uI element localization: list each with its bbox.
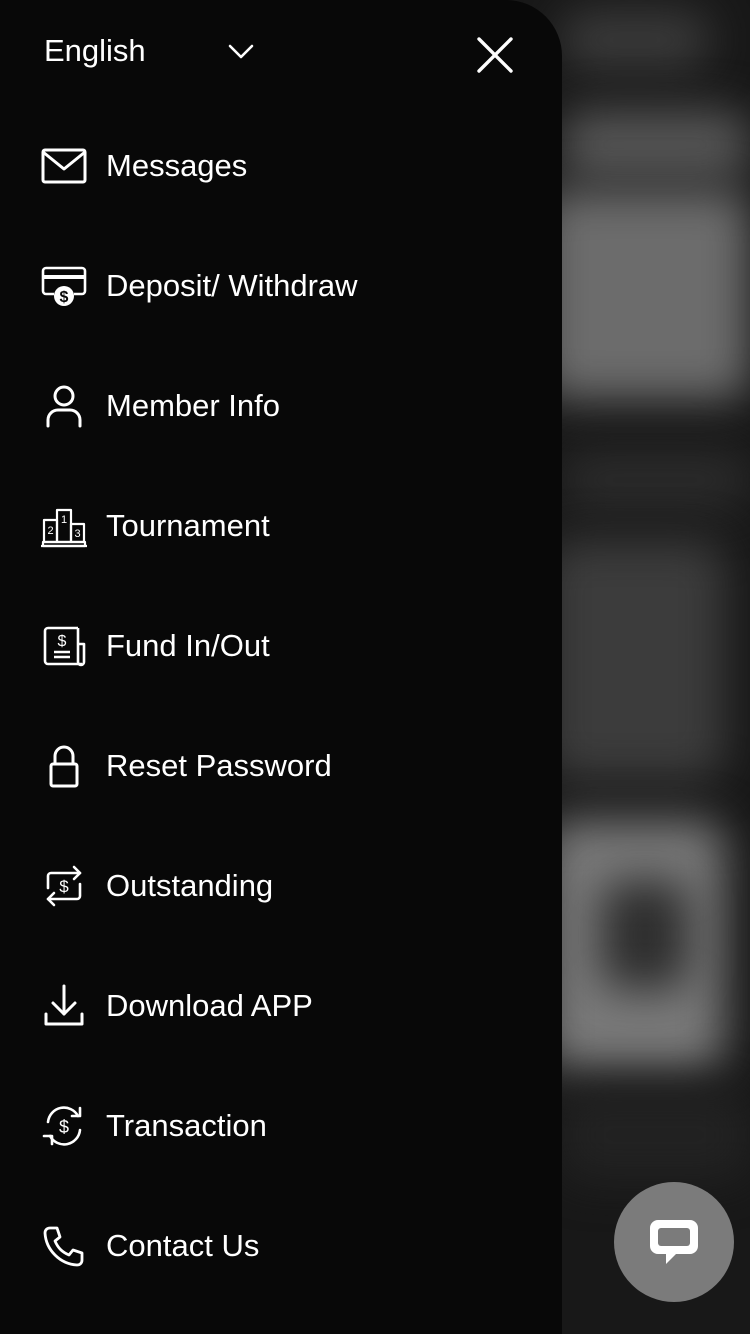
close-icon (477, 37, 513, 73)
menu-item-deposit-withdraw[interactable]: $ Deposit/ Withdraw (0, 226, 562, 346)
menu-item-transaction[interactable]: $ Transaction (0, 1066, 562, 1186)
menu-item-label: Fund In/Out (106, 628, 270, 663)
menu-item-reset-password[interactable]: Reset Password (0, 706, 562, 826)
menu-item-label: Contact Us (106, 1228, 260, 1263)
chat-button[interactable] (614, 1182, 734, 1302)
download-icon (40, 982, 88, 1030)
receipt-dollar-icon: $ (40, 622, 88, 670)
menu-item-contact-us[interactable]: Contact Us (0, 1186, 562, 1306)
menu-item-label: Tournament (106, 508, 270, 543)
side-drawer: English Messages $ Deposit/ Withdraw Mem… (0, 0, 562, 1334)
close-button[interactable] (474, 34, 516, 76)
drawer-menu: Messages $ Deposit/ Withdraw Member Info… (0, 106, 562, 1306)
svg-text:$: $ (60, 289, 69, 306)
phone-icon (40, 1222, 88, 1270)
menu-item-download-app[interactable]: Download APP (0, 946, 562, 1066)
card-dollar-icon: $ (40, 262, 88, 310)
podium-icon: 213 (40, 502, 88, 550)
chat-bubble-icon (650, 1220, 698, 1264)
svg-text:2: 2 (47, 525, 53, 537)
svg-text:1: 1 (61, 514, 67, 526)
exchange-dollar-icon: $ (40, 862, 88, 910)
menu-item-label: Messages (106, 148, 248, 183)
menu-item-tournament[interactable]: 213 Tournament (0, 466, 562, 586)
lock-icon (40, 742, 88, 790)
language-selector[interactable]: English (44, 28, 254, 74)
menu-item-label: Transaction (106, 1108, 267, 1143)
menu-item-label: Download APP (106, 988, 313, 1023)
svg-text:$: $ (58, 633, 67, 650)
svg-text:$: $ (59, 877, 69, 896)
menu-item-label: Member Info (106, 388, 281, 423)
menu-item-label: Deposit/ Withdraw (106, 268, 358, 303)
svg-text:$: $ (59, 1117, 69, 1137)
screen: English Messages $ Deposit/ Withdraw Mem… (0, 0, 750, 1334)
mail-icon (40, 142, 88, 190)
menu-item-label: Outstanding (106, 868, 274, 903)
menu-item-outstanding[interactable]: $ Outstanding (0, 826, 562, 946)
svg-text:3: 3 (74, 528, 80, 540)
language-label: English (44, 33, 146, 68)
menu-item-fund-in-out[interactable]: $ Fund In/Out (0, 586, 562, 706)
chevron-down-icon (226, 36, 256, 66)
user-icon (40, 382, 88, 430)
cycle-dollar-icon: $ (40, 1102, 88, 1150)
menu-item-member-info[interactable]: Member Info (0, 346, 562, 466)
menu-item-messages[interactable]: Messages (0, 106, 562, 226)
menu-item-label: Reset Password (106, 748, 332, 783)
